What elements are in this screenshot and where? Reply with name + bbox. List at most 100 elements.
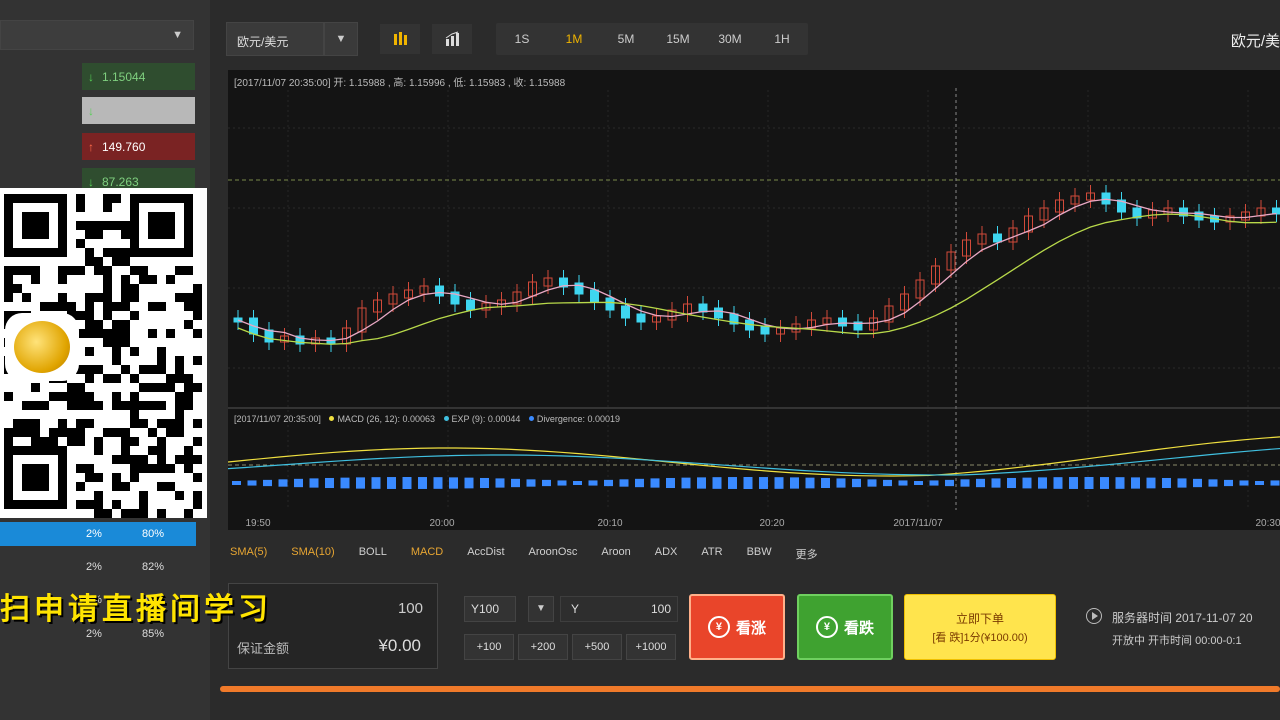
histogram-bar <box>573 480 582 486</box>
candle <box>621 305 630 319</box>
histogram-bar <box>681 477 691 489</box>
indicator-tab-5[interactable]: AroonOsc <box>529 546 578 566</box>
symbol-select[interactable]: 欧元/美元 <box>226 22 324 56</box>
histogram-bar <box>1177 478 1187 488</box>
indicator-tab-4[interactable]: AccDist <box>467 546 504 566</box>
amount-input[interactable]: Y 100 <box>560 596 678 622</box>
indicator-tab-9[interactable]: BBW <box>747 546 772 566</box>
quote-value: 1.15044 <box>102 69 146 84</box>
histogram-bar <box>1224 479 1233 487</box>
divergence-value: Divergence: 0.00019 <box>536 414 620 424</box>
indicator-tab-10[interactable]: 更多 <box>796 546 818 566</box>
candle <box>264 329 274 343</box>
histogram-bar <box>1084 477 1094 489</box>
quote-row[interactable]: ↓ <box>82 97 195 124</box>
timeframe-1h[interactable]: 1H <box>756 23 808 55</box>
buy-down-button[interactable]: ¥ 看跌 <box>797 594 893 660</box>
quote-value: 87.263 <box>102 174 139 189</box>
histogram-bar <box>1069 477 1078 489</box>
histogram-bar <box>464 477 474 489</box>
place-order-label: 立即下单 <box>955 611 1004 626</box>
product-dropdown[interactable]: ▼ <box>0 20 194 50</box>
candle <box>714 307 723 319</box>
candle <box>590 289 599 303</box>
payout-row[interactable]: 2% 80% <box>0 522 196 546</box>
amount-dropdown-button[interactable]: ▼ <box>528 596 554 622</box>
amount-select[interactable]: Y100 <box>464 596 516 622</box>
quick-add-1000[interactable]: +1000 <box>626 634 676 660</box>
exp-value: EXP (9): 0.00044 <box>451 414 521 424</box>
histogram-bar <box>836 478 846 488</box>
histogram-bar <box>650 478 660 488</box>
place-order-button[interactable]: 立即下单 [看 跌]1分(¥100.00) <box>904 594 1056 660</box>
symbol-dropdown-button[interactable]: ▼ <box>324 22 358 56</box>
signal-line <box>228 447 1280 476</box>
indicator-tab-7[interactable]: ADX <box>655 546 678 566</box>
timeframe-5m[interactable]: 5M <box>600 23 652 55</box>
histogram-bar <box>712 477 722 489</box>
histogram-bar <box>371 477 381 489</box>
histogram-bar <box>526 479 536 487</box>
histogram-bar <box>433 477 443 489</box>
countdown-progress-bar <box>220 686 1280 692</box>
indicator-tab-1[interactable]: SMA(10) <box>291 546 334 566</box>
macd-line <box>228 436 1280 477</box>
quick-add-200[interactable]: +200 <box>518 634 568 660</box>
candlestick-icon <box>394 32 407 45</box>
histogram-bar <box>945 479 954 487</box>
server-info: 服务器时间 2017-11-07 20 开放中 开市时间 00:00-0:1 <box>1082 600 1280 650</box>
histogram-bar <box>402 477 412 489</box>
histogram-bar <box>418 477 427 489</box>
candlestick-chart-button[interactable] <box>380 24 420 54</box>
histogram-bar <box>542 479 551 487</box>
histogram-bar <box>325 477 334 489</box>
timeframe-30m[interactable]: 30M <box>704 23 756 55</box>
histogram-bar <box>604 479 613 487</box>
histogram-bar <box>340 477 350 489</box>
histogram-bar <box>805 477 815 489</box>
x-axis-tick: 20:30 <box>1255 518 1280 529</box>
quick-add-100[interactable]: +100 <box>464 634 514 660</box>
indicator-tabs: SMA(5) SMA(10) BOLL MACD AccDist AroonOsc Aroo… <box>230 546 842 566</box>
macd-legend-dot <box>329 416 335 421</box>
indicator-tab-0[interactable]: SMA(5) <box>230 546 267 566</box>
line-chart-button[interactable] <box>432 24 472 54</box>
qr-code <box>0 188 207 518</box>
market-hours: 开放中 开市时间 00:00-0:1 <box>1112 635 1242 647</box>
chevron-down-icon: ▼ <box>335 33 347 45</box>
payout-row[interactable]: 2% 82% <box>0 555 196 579</box>
histogram-bar <box>914 480 923 486</box>
histogram-bar <box>790 477 799 489</box>
indicator-tab-2[interactable]: BOLL <box>359 546 387 566</box>
histogram-bar <box>728 477 737 489</box>
macd-info: [2017/11/07 20:35:00] MACD (26, 12): 0.0… <box>234 414 620 424</box>
histogram-bar <box>619 479 629 487</box>
candle <box>435 285 444 297</box>
histogram-bar <box>898 480 908 486</box>
quote-row[interactable]: ↑ 149.760 <box>82 133 195 160</box>
histogram-bar <box>263 479 272 487</box>
timeframe-15m[interactable]: 15M <box>652 23 704 55</box>
chart-canvas[interactable]: 19:50 20:00 20:10 20:20 2017/11/07 20:30 <box>228 70 1280 530</box>
histogram-bar <box>232 481 241 485</box>
buy-up-button[interactable]: ¥ 看涨 <box>689 594 785 660</box>
candle <box>605 297 615 311</box>
indicator-tab-6[interactable]: Aroon <box>601 546 630 566</box>
histogram-bar <box>1208 479 1218 487</box>
timeframe-1s[interactable]: 1S <box>496 23 548 55</box>
histogram-bar <box>991 478 1001 488</box>
histogram-bar <box>278 479 288 487</box>
payout-fee: 2% <box>86 561 102 573</box>
indicator-tab-8[interactable]: ATR <box>701 546 722 566</box>
x-axis-tick: 20:10 <box>597 518 622 529</box>
quick-add-500[interactable]: +500 <box>572 634 622 660</box>
quote-row[interactable]: ↓ 1.15044 <box>82 63 195 90</box>
histogram-bar <box>1115 477 1125 489</box>
margin-amount-top: 100 <box>397 600 423 617</box>
place-order-detail: [看 跌]1分(¥100.00) <box>932 631 1028 644</box>
indicator-tab-3[interactable]: MACD <box>411 546 443 566</box>
histogram-bar <box>666 477 675 489</box>
timeframe-1m[interactable]: 1M <box>548 23 600 55</box>
price-chart[interactable]: 19:50 20:00 20:10 20:20 2017/11/07 20:30 [201… <box>228 70 1280 530</box>
play-icon[interactable] <box>1086 608 1102 624</box>
